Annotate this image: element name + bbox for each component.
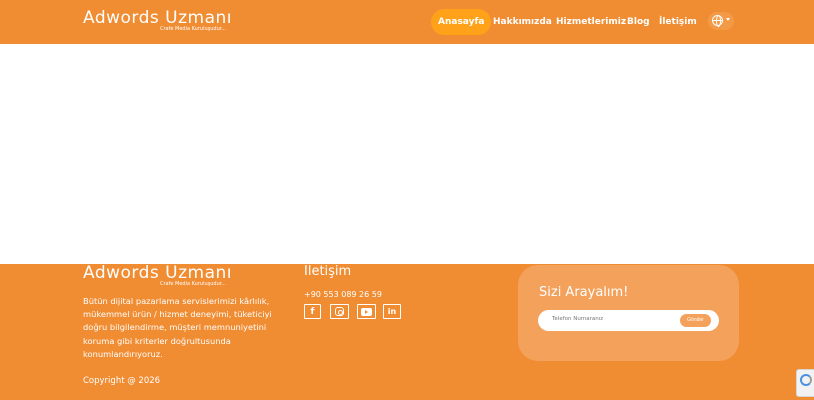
phone-input[interactable]: Telefon Numaranız Gönder [538,310,719,331]
linkedin-icon: in [387,307,397,316]
site-footer: Adwords Uzmanı Crafe Media Kuruluşudur..… [0,264,814,400]
send-button[interactable]: Gönder [680,314,711,327]
nav-item-anasayfa[interactable]: Anasayfa [431,9,492,35]
facebook-icon: f [310,306,315,317]
callback-title: Sizi Arayalım! [539,285,629,300]
footer-description: Bütün dijital pazarlama servislerimizi k… [83,296,272,359]
instagram-link[interactable] [330,304,349,319]
language-selector[interactable] [708,12,734,30]
nav-item-hizmetlerimiz[interactable]: Hizmetlerimiz [556,9,626,35]
contact-title: İletişim [304,264,352,279]
instagram-icon [331,305,348,318]
site-header: Adwords Uzmanı Crafe Media Kuruluşudur..… [0,0,814,44]
footer-logo-tagline: Crafe Media Kuruluşudur... [160,281,227,287]
copyright: Copyright @ 2026 [83,376,161,386]
globe-icon [712,15,723,27]
nav-item-iletisim[interactable]: İletişim [659,9,697,35]
footer-logo[interactable]: Adwords Uzmanı Crafe Media Kuruluşudur..… [83,263,233,287]
nav-item-hakkimizda[interactable]: Hakkımızda [493,9,552,35]
recaptcha-badge[interactable] [796,369,814,397]
chevron-down-icon [726,18,730,21]
callback-form: Sizi Arayalım! Telefon Numaranız Gönder [518,265,739,361]
phone-link[interactable]: +90 553 089 26 59 [304,290,382,299]
youtube-link[interactable] [357,304,376,319]
phone-input-placeholder: Telefon Numaranız [552,316,604,322]
nav-item-blog[interactable]: Blog [627,9,650,35]
main-nav: Anasayfa Hakkımızda Hizmetlerimiz Blog İ… [0,9,814,35]
facebook-link[interactable]: f [304,304,321,319]
footer-logo-text: Adwords Uzmanı [83,263,233,283]
youtube-icon [358,305,375,318]
recaptcha-icon [800,374,812,386]
linkedin-link[interactable]: in [383,304,401,319]
